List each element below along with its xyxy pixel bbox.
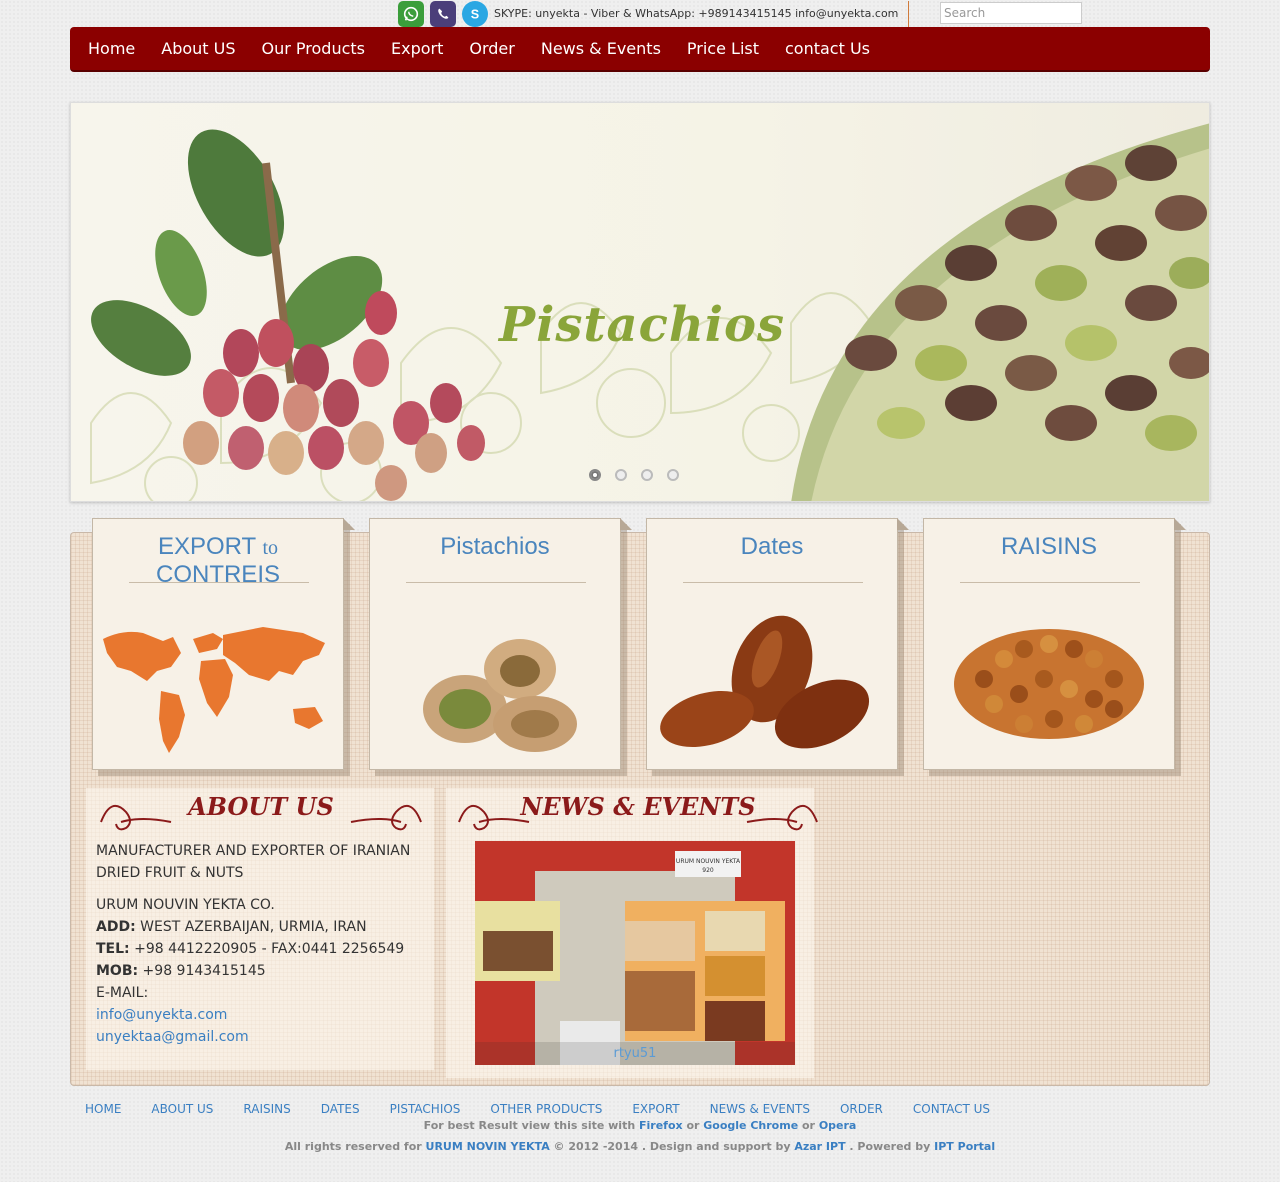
news-caption[interactable]: rtyu51 — [475, 1042, 795, 1065]
news-heading: NEWS & EVENTS — [454, 788, 822, 838]
nav-about[interactable]: About US — [148, 26, 248, 71]
about-intro: MANUFACTURER AND EXPORTER OF IRANIAN DRI… — [96, 843, 411, 881]
slider-dot-2[interactable] — [615, 469, 627, 481]
svg-text:920: 920 — [702, 867, 714, 874]
footer-link-contact[interactable]: CONTACT US — [898, 1100, 1005, 1118]
footer-link-order[interactable]: ORDER — [825, 1100, 898, 1118]
nav-price-list[interactable]: Price List — [674, 26, 772, 71]
footer-link-news[interactable]: NEWS & EVENTS — [695, 1100, 825, 1118]
exhibition-booth-image: URUM NOUVIN YEKTA 920 — [475, 841, 795, 1065]
top-contact-bar: S SKYPE: unyekta - Viber & WhatsApp: +98… — [398, 1, 910, 27]
svg-text:URUM NOUVIN YEKTA: URUM NOUVIN YEKTA — [676, 858, 741, 865]
contact-info: SKYPE: unyekta - Viber & WhatsApp: +9891… — [494, 1, 910, 27]
pistachios-image — [423, 639, 577, 752]
nav-contact[interactable]: contact Us — [772, 26, 883, 71]
skype-icon[interactable]: S — [462, 1, 488, 27]
slider-dot-3[interactable] — [641, 469, 653, 481]
about-text: MANUFACTURER AND EXPORTER OF IRANIAN DRI… — [96, 840, 426, 1048]
dates-image — [660, 615, 870, 749]
footer-link-export[interactable]: EXPORT — [617, 1100, 694, 1118]
footer-link-about[interactable]: ABOUT US — [136, 1100, 228, 1118]
search-input[interactable] — [940, 2, 1082, 24]
mob-line: MOB: +98 9143415145 — [96, 963, 266, 979]
footer-nav: HOME ABOUT US RAISINS DATES PISTACHIOS O… — [70, 1100, 1210, 1118]
company-name: URUM NOUVIN YEKTA CO. — [96, 897, 275, 913]
divider — [683, 582, 863, 583]
news-photo[interactable]: URUM NOUVIN YEKTA 920 — [475, 841, 795, 1065]
address-line: ADD: WEST AZERBAIJAN, URMIA, IRAN — [96, 919, 367, 935]
footer-link-dates[interactable]: DATES — [306, 1100, 375, 1118]
card-title: Dates — [740, 533, 804, 560]
card-export[interactable]: EXPORT to CONTREIS — [92, 518, 355, 770]
card-title: EXPORT to CONTREIS — [155, 533, 280, 588]
slider-dots — [589, 469, 679, 481]
nav-order[interactable]: Order — [456, 26, 527, 71]
slider-dot-1[interactable] — [589, 469, 601, 481]
nav-products[interactable]: Our Products — [249, 26, 378, 71]
browser-note: For best Result view this site with Fire… — [423, 1119, 857, 1132]
email-link-2[interactable]: unyektaa@gmail.com — [96, 1026, 426, 1048]
footer-link-raisins[interactable]: RAISINS — [228, 1100, 305, 1118]
divider — [406, 582, 586, 583]
footer-link-home[interactable]: HOME — [70, 1100, 136, 1118]
nav-home[interactable]: Home — [75, 26, 148, 71]
slide-title: Pistachios — [499, 297, 786, 353]
world-map-image — [103, 627, 325, 753]
portal-link[interactable]: IPT Portal — [934, 1140, 995, 1153]
footer-link-pistachios[interactable]: PISTACHIOS — [375, 1100, 476, 1118]
chrome-link[interactable]: Google Chrome — [703, 1119, 798, 1132]
raisins-image — [954, 629, 1144, 739]
card-dates[interactable]: Dates — [646, 518, 909, 770]
company-link[interactable]: URUM NOVIN YEKTA — [426, 1140, 550, 1153]
opera-link[interactable]: Opera — [819, 1119, 857, 1132]
email-label: E-MAIL: — [96, 985, 149, 1001]
firefox-link[interactable]: Firefox — [639, 1119, 683, 1132]
copyright: All rights reserved for URUM NOVIN YEKTA… — [284, 1140, 996, 1153]
hero-slider[interactable]: Pistachios — [70, 102, 1210, 502]
divider — [960, 582, 1140, 583]
card-title: RAISINS — [1000, 533, 1098, 560]
card-raisins[interactable]: RAISINS — [923, 518, 1186, 770]
whatsapp-icon[interactable] — [398, 1, 424, 27]
ornament-right-icon — [746, 804, 818, 831]
card-pistachios[interactable]: Pistachios — [369, 518, 632, 770]
tel-line: TEL: +98 4412220905 - FAX:0441 2256549 — [96, 941, 405, 957]
ornament-right-icon — [350, 804, 422, 831]
slider-dot-4[interactable] — [667, 469, 679, 481]
nav-news[interactable]: News & Events — [528, 26, 674, 71]
about-heading: ABOUT US — [96, 788, 426, 838]
nav-export[interactable]: Export — [378, 26, 456, 71]
svg-text:S: S — [471, 8, 479, 22]
divider — [129, 582, 309, 583]
viber-icon[interactable] — [430, 1, 456, 27]
footer-link-other-products[interactable]: OTHER PRODUCTS — [475, 1100, 617, 1118]
card-title: Pistachios — [440, 533, 550, 560]
email-link-1[interactable]: info@unyekta.com — [96, 1004, 426, 1026]
designer-link[interactable]: Azar IPT — [794, 1140, 845, 1153]
main-nav: Home About US Our Products Export Order … — [70, 27, 1210, 72]
